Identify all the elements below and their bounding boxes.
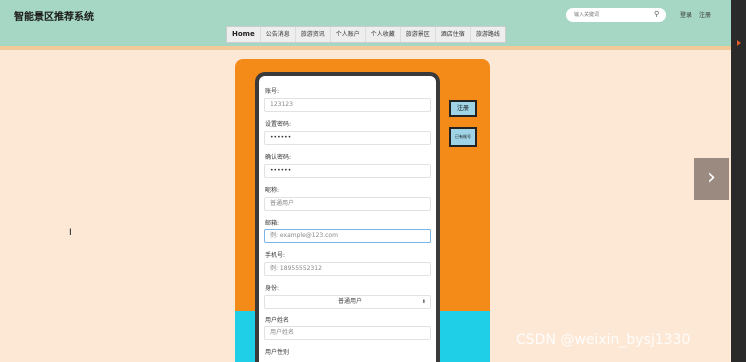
watermark: CSDN @weixin_bysj1330	[516, 332, 691, 348]
search-input[interactable]	[574, 10, 644, 20]
login-link[interactable]: 登录	[680, 10, 692, 19]
identity-label: 身份:	[265, 285, 280, 292]
nav-item-favorites[interactable]: 个人收藏	[366, 27, 401, 42]
scrollbar[interactable]	[731, 0, 746, 362]
register-link[interactable]: 注册	[699, 10, 711, 19]
nav-item-home[interactable]: Home	[227, 27, 261, 42]
password-label: 设置密码:	[265, 121, 292, 128]
nickname-label: 昵称:	[265, 187, 280, 194]
phone-input[interactable]: 例: 18955552312	[264, 262, 431, 276]
username-label: 用户姓名	[265, 317, 290, 324]
account-input[interactable]: 123123	[264, 98, 431, 112]
nav-item-travel-news[interactable]: 旅游资讯	[296, 27, 331, 42]
next-slide-button[interactable]: ›	[694, 158, 729, 200]
email-label: 邮箱:	[265, 220, 280, 227]
scroll-arrow-icon[interactable]	[737, 40, 741, 46]
nickname-input[interactable]: 普通用户	[264, 197, 431, 211]
confirm-password-label: 确认密码:	[265, 154, 292, 161]
gender-label: 用户性别	[265, 349, 290, 356]
account-label: 账号:	[265, 88, 280, 95]
has-account-button[interactable]: 已有账号	[449, 127, 477, 147]
nav-item-routes[interactable]: 旅游路线	[471, 27, 505, 42]
search-box[interactable]: ⚲	[566, 8, 666, 22]
text-cursor-icon: I	[69, 228, 72, 238]
password-input[interactable]: ••••••	[264, 131, 431, 145]
confirm-password-input[interactable]: ••••••	[264, 164, 431, 178]
username-input[interactable]: 用户姓名	[264, 326, 431, 340]
site-title: 智能景区推荐系统	[14, 12, 94, 23]
nav-item-announcements[interactable]: 公告消息	[261, 27, 296, 42]
identity-select[interactable]: 普通用户 ⬍	[264, 295, 431, 309]
nav-item-scenic-spots[interactable]: 旅游景区	[401, 27, 436, 42]
email-input[interactable]: 例: example@123.com	[264, 229, 431, 243]
top-header: 智能景区推荐系统 ⚲ 登录 注册 Home 公告消息 旅游资讯 个人账户 个人收…	[0, 0, 731, 46]
nav-item-account[interactable]: 个人账户	[331, 27, 366, 42]
register-button[interactable]: 注册	[449, 100, 477, 117]
main-nav: Home 公告消息 旅游资讯 个人账户 个人收藏 旅游景区 酒店住宿 旅游路线	[226, 26, 506, 43]
select-arrows-icon: ⬍	[421, 299, 426, 305]
header-divider	[0, 46, 731, 50]
search-icon[interactable]: ⚲	[654, 10, 659, 18]
nav-item-hotels[interactable]: 酒店住宿	[436, 27, 471, 42]
identity-select-value: 普通用户	[337, 298, 362, 305]
register-form-card: 账号: 123123 设置密码: •••••• 确认密码: •••••• 昵称:…	[255, 72, 440, 362]
phone-label: 手机号:	[265, 252, 286, 259]
